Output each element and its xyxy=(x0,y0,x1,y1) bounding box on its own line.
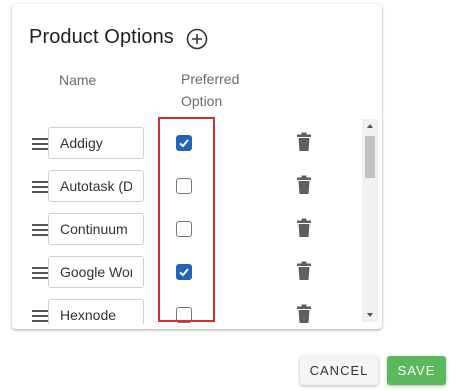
product-name-input[interactable] xyxy=(48,299,144,324)
trash-icon xyxy=(297,304,311,323)
preferred-option-label: Preferred Option xyxy=(181,71,240,109)
arrow-up-icon xyxy=(367,124,373,128)
product-option-row xyxy=(12,254,362,294)
trash-icon xyxy=(297,132,311,151)
delete-row-button[interactable] xyxy=(296,261,312,281)
product-option-row xyxy=(12,297,362,324)
product-name-input[interactable] xyxy=(48,256,144,288)
product-name-input[interactable] xyxy=(48,213,144,245)
product-option-row xyxy=(12,211,362,251)
drag-handle-icon[interactable] xyxy=(32,224,48,238)
checkmark-icon xyxy=(179,139,189,148)
drag-handle-icon[interactable] xyxy=(32,310,48,324)
scroll-thumb[interactable] xyxy=(365,136,375,178)
trash-icon xyxy=(297,175,311,194)
panel-title: Product Options xyxy=(29,26,174,48)
product-options-panel: Product Options Name Preferred Option xyxy=(12,4,382,329)
drag-handle-icon[interactable] xyxy=(32,267,48,281)
delete-row-button[interactable] xyxy=(296,304,312,324)
preferred-option-checkbox[interactable] xyxy=(176,221,192,237)
scroll-up-button[interactable] xyxy=(362,119,378,133)
scroll-down-button[interactable] xyxy=(362,308,378,322)
product-name-input[interactable] xyxy=(48,170,144,202)
product-name-input[interactable] xyxy=(48,127,144,159)
trash-icon xyxy=(297,218,311,237)
drag-handle-icon[interactable] xyxy=(32,138,48,152)
cancel-button[interactable]: CANCEL xyxy=(300,356,378,385)
arrow-down-icon xyxy=(367,313,373,317)
delete-row-button[interactable] xyxy=(296,218,312,238)
delete-row-button[interactable] xyxy=(296,175,312,195)
column-header-name: Name xyxy=(59,72,97,88)
product-option-row xyxy=(12,168,362,208)
product-options-list xyxy=(12,117,382,324)
preferred-option-checkbox[interactable] xyxy=(176,264,192,280)
preferred-option-checkbox[interactable] xyxy=(176,178,192,194)
preferred-option-checkbox[interactable] xyxy=(176,135,192,151)
preferred-option-checkbox[interactable] xyxy=(176,307,192,323)
add-product-option-button[interactable] xyxy=(186,28,208,50)
product-option-row xyxy=(12,125,362,165)
checkmark-icon xyxy=(179,268,189,277)
column-header-preferred-option: Preferred Option xyxy=(181,68,261,112)
save-button[interactable]: SAVE xyxy=(387,356,446,385)
delete-row-button[interactable] xyxy=(296,132,312,152)
drag-handle-icon[interactable] xyxy=(32,181,48,195)
trash-icon xyxy=(297,261,311,280)
plus-circle-icon xyxy=(186,28,208,50)
list-scrollbar[interactable] xyxy=(362,119,378,322)
